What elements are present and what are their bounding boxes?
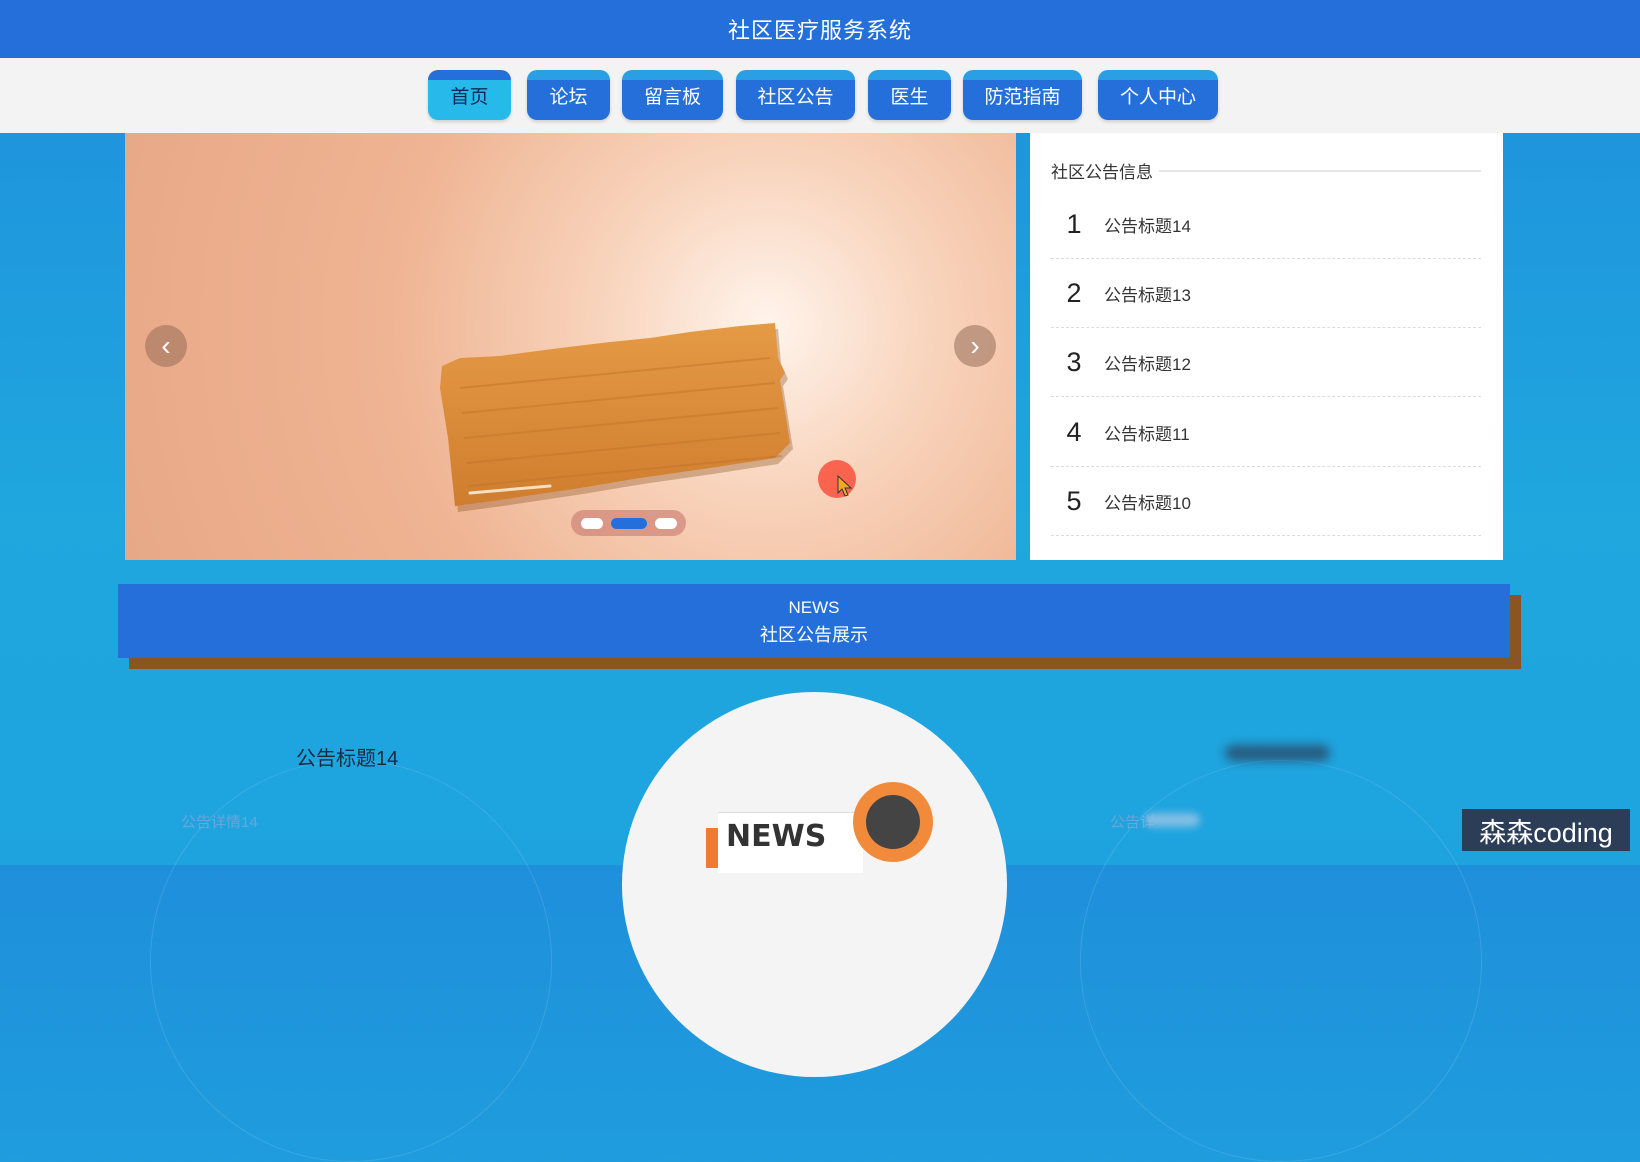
app-header: 社区医疗服务系统 — [0, 0, 1640, 58]
announcement-item[interactable]: 2 公告标题13 — [1051, 259, 1481, 328]
item-title[interactable]: 公告标题10 — [1104, 489, 1191, 514]
carousel-dot-1[interactable] — [580, 517, 603, 529]
carousel-dot-3[interactable] — [654, 517, 677, 529]
illustration-label: NEWS — [726, 819, 827, 854]
nav-item-announcements[interactable]: 社区公告 — [736, 70, 855, 120]
news-card-detail: 公告详情14 — [181, 814, 258, 831]
wood-plank-image — [440, 323, 793, 512]
magnifier-icon — [853, 782, 933, 862]
news-section-banner: NEWS 社区公告展示 — [118, 584, 1510, 658]
item-number: 5 — [1066, 485, 1082, 516]
nav-item-home[interactable]: 首页 — [428, 70, 511, 120]
blurred-card-title — [1225, 745, 1330, 761]
cursor-arrow-icon — [837, 475, 853, 497]
item-number: 2 — [1066, 277, 1082, 308]
announcement-item[interactable]: 4 公告标题11 — [1051, 398, 1481, 467]
news-section-title-en: NEWS — [788, 598, 840, 617]
news-card-title[interactable]: 公告标题14 — [296, 742, 398, 771]
chevron-right-icon: › — [970, 330, 980, 361]
magnifier-lens — [866, 795, 920, 849]
nav-item-personal-center[interactable]: 个人中心 — [1098, 70, 1218, 120]
main-nav: 首页 论坛 留言板 社区公告 医生 防范指南 个人中心 — [0, 58, 1640, 133]
announcement-item[interactable]: 1 公告标题14 — [1051, 190, 1481, 259]
announcement-item[interactable]: 3 公告标题12 — [1051, 328, 1481, 397]
carousel-next-button[interactable]: › — [954, 325, 996, 367]
nav-item-prevention-guide[interactable]: 防范指南 — [963, 70, 1082, 120]
item-number: 1 — [1066, 208, 1082, 239]
item-title[interactable]: 公告标题14 — [1104, 212, 1191, 237]
item-title[interactable]: 公告标题12 — [1104, 350, 1191, 375]
carousel-dot-2[interactable] — [610, 517, 647, 529]
item-title[interactable]: 公告标题11 — [1104, 420, 1190, 445]
item-number: 4 — [1066, 416, 1082, 447]
news-section-title-zh: 社区公告展示 — [760, 625, 868, 645]
nav-item-doctors[interactable]: 医生 — [868, 70, 951, 120]
item-title[interactable]: 公告标题13 — [1104, 281, 1191, 306]
blurred-card-detail — [1145, 813, 1200, 827]
announcement-panel: 社区公告信息 1 公告标题14 2 公告标题13 3 公告标题12 4 公告标题… — [1030, 133, 1503, 560]
news-illustration-card: NEWS — [718, 812, 863, 873]
nav-item-forum[interactable]: 论坛 — [527, 70, 610, 120]
carousel-prev-button[interactable]: ‹ — [145, 325, 187, 367]
app-title: 社区医疗服务系统 — [727, 18, 912, 43]
carousel[interactable]: ‹ › — [125, 133, 1016, 560]
panel-header: 社区公告信息 — [1051, 158, 1159, 183]
watermark: 森森coding — [1462, 809, 1630, 851]
announcement-item[interactable]: 5 公告标题10 — [1051, 467, 1481, 536]
item-number: 3 — [1066, 346, 1082, 377]
illustration-bar — [706, 828, 718, 868]
mouse-cursor-highlight — [818, 460, 856, 498]
nav-item-message-board[interactable]: 留言板 — [622, 70, 723, 120]
news-illustration-circle — [622, 692, 1007, 1077]
chevron-left-icon: ‹ — [161, 330, 171, 361]
carousel-indicators — [571, 510, 686, 536]
